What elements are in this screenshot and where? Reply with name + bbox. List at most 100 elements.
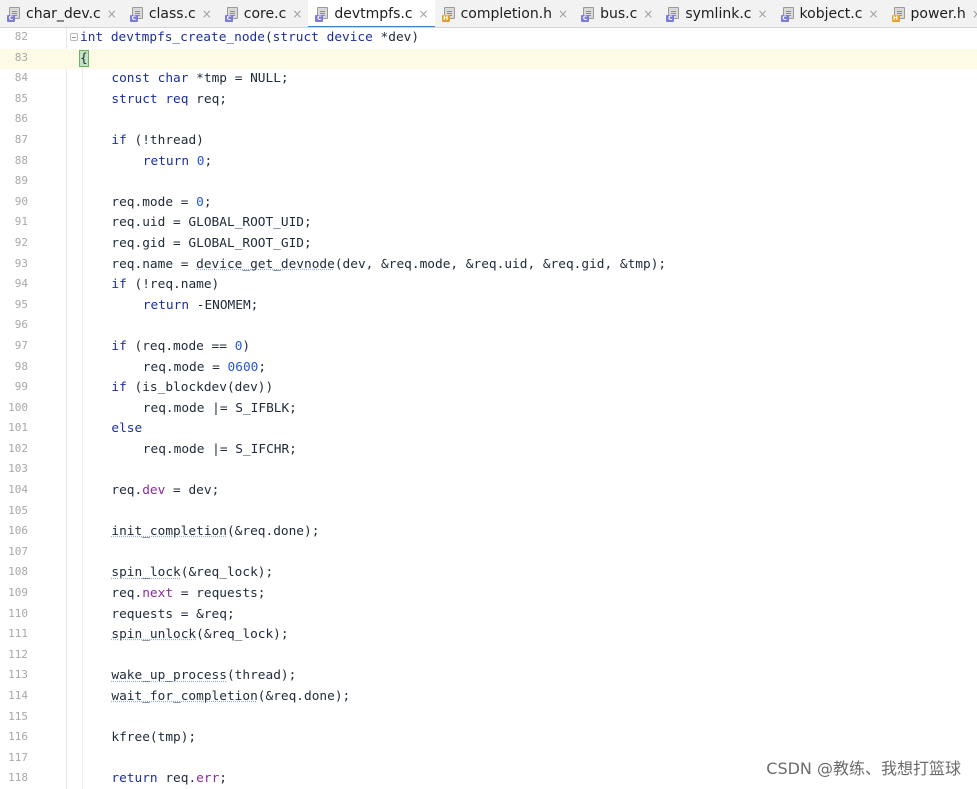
indent-guide bbox=[82, 666, 83, 687]
code-line[interactable]: 82 int devtmpfs_create_node(struct device… bbox=[0, 28, 977, 49]
code-line[interactable]: 101 else bbox=[0, 419, 977, 440]
tab-kobject-c[interactable]: Ckobject.c × bbox=[774, 0, 885, 27]
indent-guide bbox=[82, 542, 83, 564]
code-token: req. bbox=[111, 586, 143, 602]
indent-guide bbox=[82, 728, 83, 749]
code-line[interactable]: 97 if (req.mode == 0) bbox=[0, 336, 977, 358]
close-icon[interactable]: × bbox=[558, 8, 568, 20]
code-text: requests = &req; bbox=[111, 606, 234, 624]
code-text: else bbox=[111, 420, 142, 438]
code-token: ( bbox=[264, 30, 273, 45]
code-line[interactable]: 86 bbox=[0, 110, 977, 131]
line-number: 85 bbox=[14, 91, 28, 105]
tab-core-c[interactable]: Ccore.c × bbox=[218, 0, 309, 27]
code-text: if (req.mode == 0) bbox=[111, 338, 250, 356]
code-line[interactable]: 108 spin_lock(&req_lock); bbox=[0, 563, 977, 585]
code-token: req.name = bbox=[111, 256, 197, 272]
c-file-icon: C bbox=[7, 6, 21, 22]
code-text: return 0; bbox=[143, 153, 212, 171]
code-line[interactable]: 94 if (!req.name) bbox=[0, 275, 977, 296]
indent-guide bbox=[82, 481, 83, 502]
code-line[interactable]: 88 return 0; bbox=[0, 151, 977, 173]
indent-guide bbox=[82, 192, 83, 214]
code-token: req. bbox=[157, 771, 197, 787]
code-line[interactable]: 100 req.mode |= S_IFBLK; bbox=[0, 398, 977, 420]
code-line[interactable]: 92 req.gid = GLOBAL_ROOT_GID; bbox=[0, 233, 977, 255]
tab-char-dev-c[interactable]: Cchar_dev.c × bbox=[0, 0, 123, 27]
code-line[interactable]: 114 wait_for_completion(&req.done); bbox=[0, 687, 977, 708]
code-token: *dev) bbox=[372, 30, 420, 45]
code-text: req.mode |= S_IFBLK; bbox=[143, 400, 297, 418]
line-number: 103 bbox=[8, 462, 28, 476]
code-line[interactable]: 85 struct req req; bbox=[0, 89, 977, 111]
code-token: device_get_devnode bbox=[196, 256, 335, 272]
tab-label: completion.h bbox=[460, 6, 553, 22]
code-token: if bbox=[111, 132, 127, 148]
close-icon[interactable]: × bbox=[419, 8, 429, 20]
line-number: 110 bbox=[8, 606, 28, 620]
code-line[interactable]: 84 const char *tmp = NULL; bbox=[0, 69, 977, 90]
code-line[interactable]: 105 bbox=[0, 501, 977, 523]
code-line[interactable]: 116 kfree(tmp); bbox=[0, 728, 977, 749]
code-line[interactable]: 111 spin_unlock(&req_lock); bbox=[0, 625, 977, 646]
close-icon[interactable]: × bbox=[868, 8, 878, 20]
close-icon[interactable]: × bbox=[292, 8, 302, 20]
code-line[interactable]: 83 { bbox=[0, 48, 977, 70]
tab-class-c[interactable]: Cclass.c × bbox=[123, 0, 218, 27]
c-file-icon: C bbox=[224, 6, 239, 22]
code-line[interactable]: 110 requests = &req; bbox=[0, 604, 977, 626]
close-icon[interactable]: × bbox=[757, 8, 767, 20]
code-token: requests = &req; bbox=[111, 606, 235, 622]
code-line[interactable]: 109 req.next = requests; bbox=[0, 584, 977, 605]
line-number: 118 bbox=[8, 771, 28, 785]
header-file-icon: H bbox=[441, 6, 456, 22]
code-line[interactable]: 106 init_completion(&req.done); bbox=[0, 522, 977, 543]
code-line[interactable]: 93 req.name = device_get_devnode(dev, &re… bbox=[0, 254, 977, 276]
tab-completion-h[interactable]: Hcompletion.h × bbox=[435, 0, 575, 27]
indent-guide bbox=[82, 151, 83, 173]
code-editor[interactable]: 82 int devtmpfs_create_node(struct device… bbox=[0, 28, 977, 789]
code-line[interactable]: 104 req.dev = dev; bbox=[0, 481, 977, 502]
close-icon[interactable]: × bbox=[972, 8, 977, 20]
code-line[interactable]: 95 return -ENOMEM; bbox=[0, 295, 977, 317]
code-line[interactable]: 103 bbox=[0, 460, 977, 482]
line-number: 115 bbox=[8, 709, 28, 723]
code-line[interactable]: 96 bbox=[0, 316, 977, 337]
line-number: 99 bbox=[14, 380, 28, 394]
code-token: spin_unlock bbox=[111, 627, 197, 643]
code-token: ; bbox=[258, 359, 267, 375]
tab-devtmpfs-c[interactable]: Cdevtmpfs.c × bbox=[308, 0, 435, 27]
close-icon[interactable]: × bbox=[202, 8, 212, 20]
code-token: (dev, &req.mode, &req.uid, &req.gid, &tm… bbox=[334, 256, 667, 272]
code-line[interactable]: 87 if (!thread) bbox=[0, 130, 977, 152]
code-line[interactable]: 89 bbox=[0, 172, 977, 193]
code-token: devtmpfs_create_node bbox=[110, 30, 265, 45]
tab-bus-c[interactable]: Cbus.c × bbox=[574, 0, 659, 27]
code-line[interactable]: 112 bbox=[0, 645, 977, 667]
line-number: 91 bbox=[14, 215, 28, 229]
indent-guide bbox=[82, 275, 83, 296]
code-line[interactable]: 90 req.mode = 0; bbox=[0, 192, 977, 214]
code-line[interactable]: 107 bbox=[0, 542, 977, 564]
line-number: 101 bbox=[8, 421, 28, 435]
close-icon[interactable]: × bbox=[107, 8, 117, 20]
indent-guide bbox=[82, 604, 83, 626]
code-token: dev bbox=[142, 483, 166, 499]
tab-symlink-c[interactable]: Csymlink.c × bbox=[659, 0, 773, 27]
line-number: 116 bbox=[8, 730, 28, 744]
code-line[interactable]: 91 req.uid = GLOBAL_ROOT_UID; bbox=[0, 213, 977, 234]
watermark: CSDN @教练、我想打篮球 bbox=[766, 759, 961, 778]
code-line[interactable]: 113 wake_up_process(thread); bbox=[0, 666, 977, 687]
indent-guide bbox=[82, 769, 83, 789]
fold-collapse-icon[interactable] bbox=[70, 33, 78, 41]
close-icon[interactable]: × bbox=[643, 8, 653, 20]
code-line[interactable]: 99 if (is_blockdev(dev)) bbox=[0, 378, 977, 399]
code-line[interactable]: 115 bbox=[0, 707, 977, 729]
code-token: return bbox=[142, 153, 190, 169]
tab-power-h[interactable]: Hpower.h × bbox=[885, 0, 977, 27]
code-line[interactable]: 98 req.mode = 0600; bbox=[0, 357, 977, 379]
code-line[interactable]: 102 req.mode |= S_IFCHR; bbox=[0, 439, 977, 461]
code-token: req bbox=[165, 91, 189, 107]
code-token: ; bbox=[203, 194, 212, 210]
